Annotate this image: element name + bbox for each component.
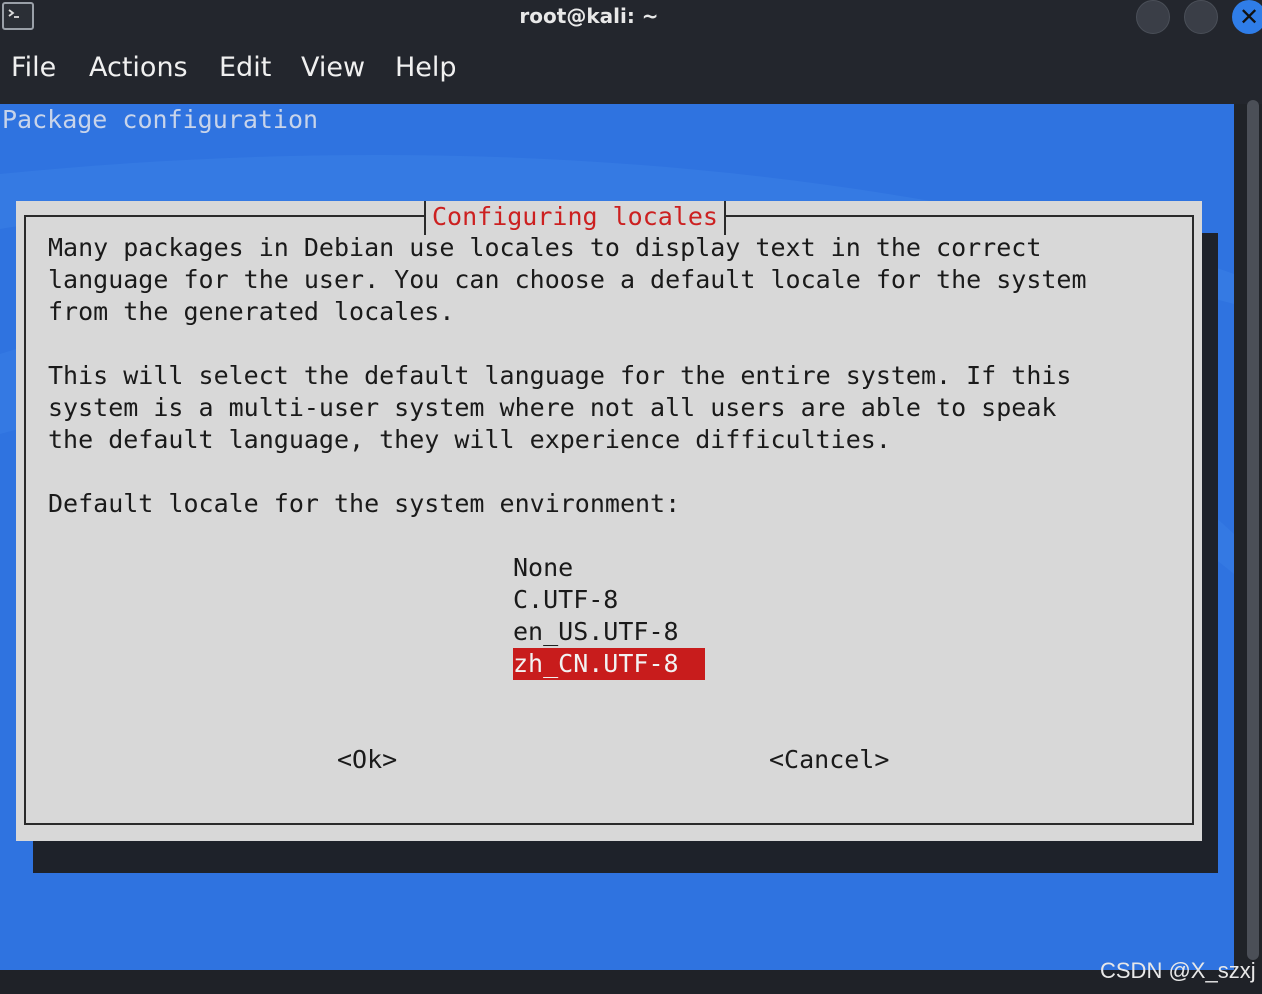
minimize-icon[interactable] (1136, 0, 1170, 34)
description-line: the default language, they will experien… (48, 425, 891, 454)
locale-option[interactable]: en_US.UTF-8 (513, 616, 679, 648)
prompt-label: Default locale for the system environmen… (48, 489, 681, 518)
description-line: from the generated locales. (48, 297, 455, 326)
menu-help[interactable]: Help (395, 52, 457, 83)
menu-edit[interactable]: Edit (219, 52, 271, 83)
watermark: CSDN @X_szxj (1100, 958, 1256, 983)
title-bar: root@kali: ~ ✕ (0, 0, 1262, 36)
menu-file[interactable]: File (11, 52, 56, 83)
description-line: This will select the default language fo… (48, 361, 1072, 390)
window-bottom-edge (0, 970, 1262, 994)
scrollbar-thumb[interactable] (1247, 100, 1259, 960)
locale-option[interactable]: C.UTF-8 (513, 584, 618, 616)
description-line: language for the user. You can choose a … (48, 265, 1087, 294)
menu-view[interactable]: View (301, 52, 365, 83)
close-icon[interactable]: ✕ (1232, 0, 1262, 34)
maximize-icon[interactable] (1184, 0, 1218, 34)
locale-option-selected[interactable]: zh_CN.UTF-8 (513, 648, 705, 680)
description-line: system is a multi-user system where not … (48, 393, 1057, 422)
package-config-header: Package configuration (2, 105, 319, 134)
dialog-title: Configuring locales (424, 201, 726, 235)
description-line: Many packages in Debian use locales to d… (48, 233, 1042, 262)
locale-dialog: Configuring locales Many packages in Deb… (16, 201, 1202, 841)
ok-button[interactable]: <Ok> (337, 744, 397, 776)
menu-actions[interactable]: Actions (89, 52, 188, 83)
cancel-button[interactable]: <Cancel> (769, 744, 889, 776)
terminal-area[interactable]: Package configuration Configuring locale… (0, 104, 1234, 970)
window-title: root@kali: ~ (519, 4, 659, 28)
menu-bar: File Actions Edit View Help (0, 36, 1262, 104)
locale-option[interactable]: None (513, 552, 573, 584)
